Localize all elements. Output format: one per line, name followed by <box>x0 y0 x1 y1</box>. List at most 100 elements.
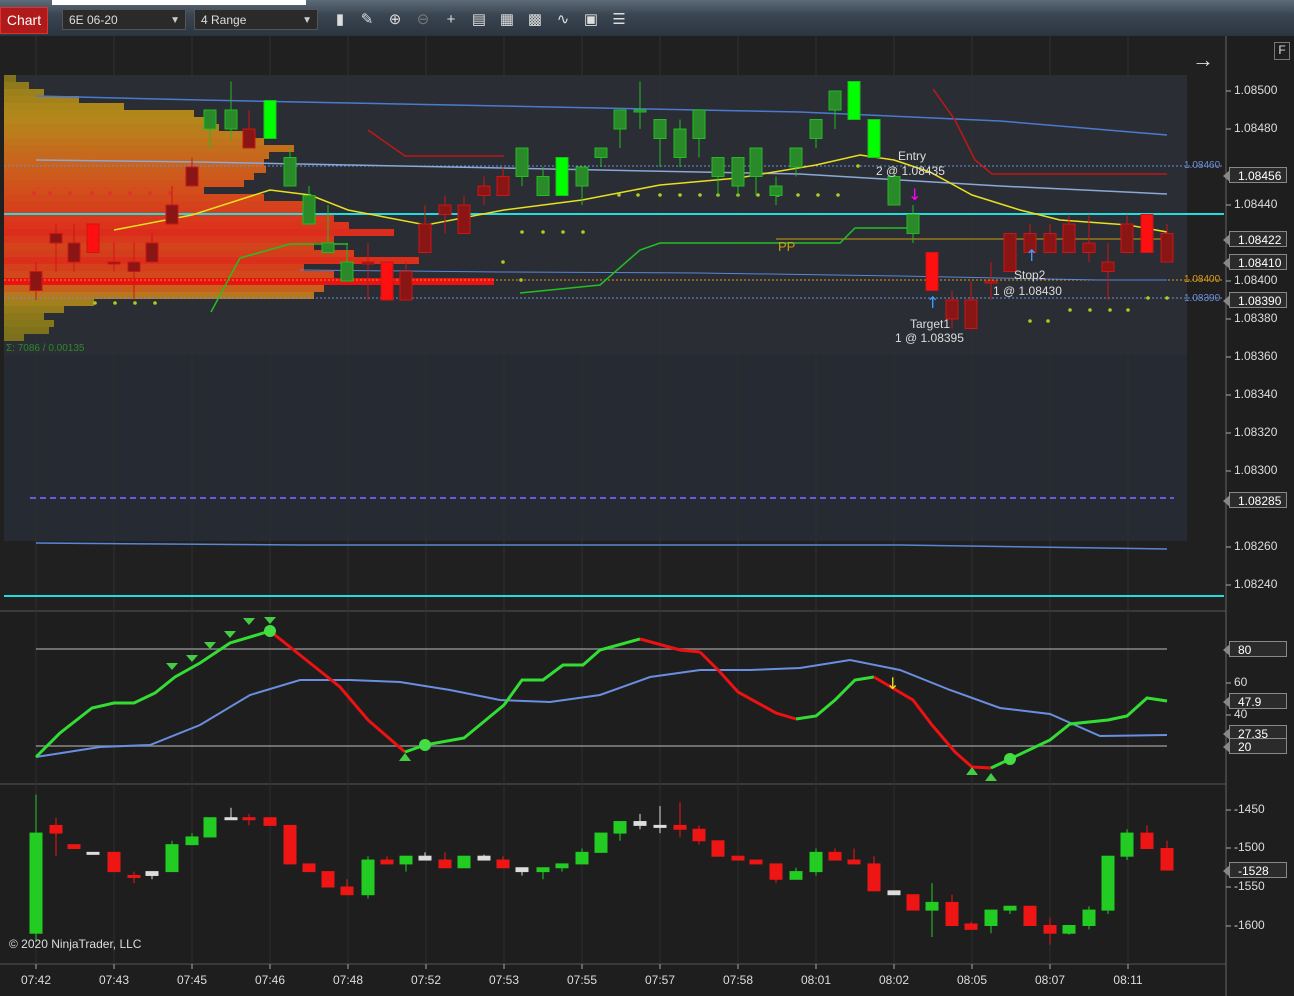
chart-canvas[interactable]: ↓ ↑ ↑ ↓ → <box>0 0 1294 996</box>
scroll-right-arrow-icon[interactable]: → <box>1192 47 1214 72</box>
pivot-label: PP <box>778 239 796 254</box>
oscillator-marker-label: 20 <box>1223 738 1287 754</box>
delta-candles <box>29 794 1174 945</box>
delta-candle <box>340 886 354 896</box>
volume-profile-bar <box>4 152 269 159</box>
price-candle <box>828 90 842 111</box>
price-axis-tick: 1.08340 <box>1234 387 1278 401</box>
cross-marker <box>264 625 276 637</box>
price-candle <box>224 109 238 130</box>
delta-candle <box>594 832 608 853</box>
signal-dot <box>68 191 72 195</box>
delta-candle <box>1003 905 1017 911</box>
price-axis-tick: 1.08300 <box>1234 463 1278 477</box>
time-axis-label: 08:02 <box>878 973 910 987</box>
cross-marker <box>1004 753 1016 765</box>
delta-candle <box>49 824 63 834</box>
signal-dot <box>133 301 137 305</box>
price-marker-label: 1.08410 <box>1223 254 1287 270</box>
price-candle <box>302 195 316 225</box>
fast-line-up <box>990 696 1168 770</box>
price-candle <box>107 261 121 265</box>
signal-dot <box>636 193 640 197</box>
level-label: 1.08400 <box>1184 274 1221 285</box>
volume-profile-bar <box>4 292 314 299</box>
price-axis-tick: 1.08380 <box>1234 311 1278 325</box>
time-axis-label: 07:57 <box>644 973 676 987</box>
signal-dot <box>1146 296 1150 300</box>
delta-candle <box>769 863 783 880</box>
price-candle <box>633 109 647 113</box>
stop-order-title[interactable]: Stop2 <box>1014 268 1045 282</box>
price-candle <box>711 157 725 177</box>
price-axis-tick: 1.08400 <box>1234 273 1278 287</box>
f-button[interactable]: F <box>1274 42 1290 60</box>
delta-candle <box>380 859 394 865</box>
signal-dot <box>1165 296 1169 300</box>
delta-candle <box>653 824 667 828</box>
delta-candle <box>185 836 199 846</box>
down-triangle-icon <box>224 631 236 638</box>
entry-order-detail[interactable]: 2 @ 1.08435 <box>876 164 945 178</box>
price-candle <box>67 242 81 263</box>
price-candle <box>1120 223 1134 253</box>
delta-candle <box>1023 905 1037 926</box>
delta-candle <box>477 855 491 861</box>
delta-candle <box>399 855 413 865</box>
price-candle <box>185 166 199 187</box>
oscillator-marker-label: 80 <box>1223 641 1287 657</box>
volume-profile-bar <box>4 89 44 96</box>
signal-dot <box>617 193 621 197</box>
entry-arrow-icon: ↓ <box>908 185 921 204</box>
price-candle <box>321 242 335 253</box>
stop-order-detail[interactable]: 1 @ 1.08430 <box>993 284 1062 298</box>
signal-dot <box>658 193 662 197</box>
time-axis-label: 07:53 <box>488 973 520 987</box>
delta-candle <box>692 828 706 842</box>
signal-dot <box>1068 308 1072 312</box>
price-axis-tick: 1.08320 <box>1234 425 1278 439</box>
signal-dot <box>678 193 682 197</box>
delta-candle <box>867 863 881 892</box>
price-candle <box>515 147 529 177</box>
level-label: 1.08460 <box>1184 160 1221 171</box>
price-candle <box>575 166 589 187</box>
price-candle <box>283 157 297 187</box>
price-candle <box>49 233 63 244</box>
volume-profile-bar <box>4 243 314 250</box>
signal-dot <box>1046 319 1050 323</box>
price-candle <box>769 185 783 196</box>
delta-candle <box>673 824 687 830</box>
delta-candle <box>302 863 316 873</box>
entry-order-title[interactable]: Entry <box>898 149 926 163</box>
target-order-detail[interactable]: 1 @ 1.08395 <box>895 331 964 345</box>
price-candle <box>457 204 471 234</box>
target-order-title[interactable]: Target1 <box>910 317 950 331</box>
down-triangle-icon <box>264 617 276 624</box>
delta-candle <box>321 871 335 888</box>
delta-candle <box>145 871 159 876</box>
signal-dot <box>32 191 36 195</box>
volume-profile-bar <box>4 180 244 187</box>
price-candle <box>86 223 100 253</box>
signal-dot <box>561 230 565 234</box>
volume-profile-bar <box>4 82 29 89</box>
delta-candle <box>283 824 297 865</box>
price-candle <box>925 252 939 291</box>
price-candle <box>496 176 510 196</box>
delta-candle <box>86 851 100 855</box>
delta-candle <box>749 859 763 865</box>
signal-dot <box>148 191 152 195</box>
delta-candle <box>67 844 81 850</box>
fast-line-up <box>795 675 875 721</box>
price-candle <box>867 119 881 158</box>
volume-profile-bar <box>4 173 254 180</box>
down-triangle-icon <box>243 618 255 625</box>
slow-line <box>35 658 1168 758</box>
price-candle <box>127 261 141 272</box>
fast-line-up <box>34 629 271 759</box>
delta-candle <box>711 840 725 857</box>
delta-candle <box>847 859 861 865</box>
signal-dot <box>756 193 760 197</box>
delta-candle <box>1062 925 1076 934</box>
